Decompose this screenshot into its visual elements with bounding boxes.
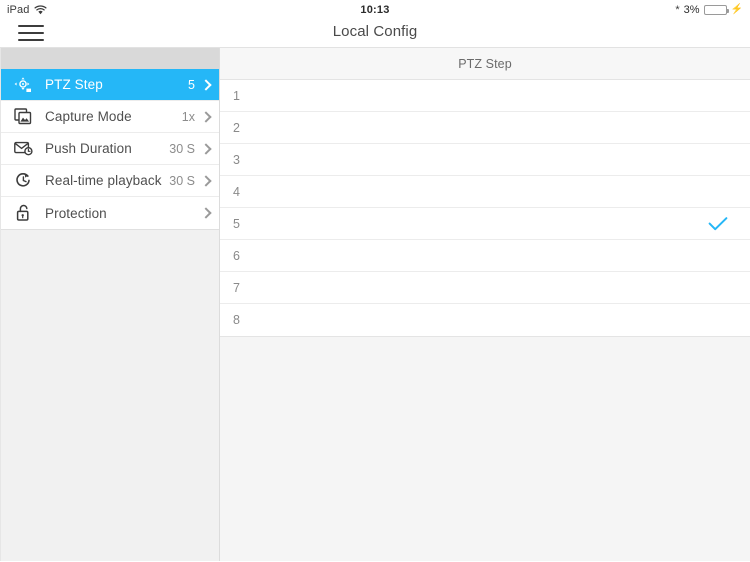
option-label: 4 — [233, 184, 240, 199]
sidebar: PTZ Step 5 Capture Mode 1x Push Duration… — [0, 48, 220, 561]
unlock-padlock-icon — [10, 202, 36, 224]
chevron-right-icon — [202, 174, 211, 188]
sidebar-item-label: Push Duration — [45, 141, 132, 156]
checkmark-placeholder — [708, 118, 728, 138]
sidebar-item-push-duration[interactable]: Push Duration 30 S — [1, 133, 219, 165]
checkmark-icon — [708, 214, 728, 234]
chevron-right-icon — [202, 78, 211, 92]
bluetooth-icon: * — [675, 3, 680, 16]
sidebar-item-protection[interactable]: Protection — [1, 197, 219, 229]
panel-empty-area — [220, 337, 750, 561]
option-label: 1 — [233, 88, 240, 103]
replay-clock-icon — [10, 170, 36, 192]
option-label: 8 — [233, 313, 240, 327]
battery-icon — [703, 5, 729, 15]
sidebar-item-ptz-step[interactable]: PTZ Step 5 — [1, 69, 219, 101]
option-row[interactable]: 7 — [220, 272, 750, 304]
capture-photos-icon — [10, 106, 36, 128]
option-label: 5 — [233, 216, 240, 231]
battery-percent-label: 3% — [683, 4, 700, 16]
checkmark-placeholder — [708, 86, 728, 106]
option-label: 6 — [233, 248, 240, 263]
charging-bolt-icon: ⚡ — [730, 4, 743, 15]
page-title: Local Config — [332, 23, 418, 40]
chevron-right-icon — [202, 206, 211, 220]
option-row[interactable]: 4 — [220, 176, 750, 208]
panel-header-title: PTZ Step — [458, 56, 512, 71]
ptz-step-option-list: 1 2 3 4 5 6 7 8 — [220, 80, 750, 337]
option-label: 7 — [233, 280, 240, 295]
checkmark-placeholder — [708, 246, 728, 266]
checkmark-placeholder — [708, 310, 728, 330]
sidebar-item-value: 30 S — [169, 141, 195, 156]
option-label: 3 — [233, 152, 240, 167]
checkmark-placeholder — [708, 150, 728, 170]
status-bar: iPad 10:13 * 3% ⚡ — [0, 0, 750, 20]
sidebar-item-label: Protection — [45, 205, 107, 221]
option-row[interactable]: 8 — [220, 304, 750, 336]
option-row[interactable]: 3 — [220, 144, 750, 176]
checkmark-placeholder — [708, 278, 728, 298]
sidebar-empty-area — [1, 230, 219, 561]
sidebar-item-value: 30 S — [169, 173, 195, 188]
checkmark-placeholder — [708, 182, 728, 202]
sidebar-item-label: PTZ Step — [45, 77, 103, 92]
option-row[interactable]: 5 — [220, 208, 750, 240]
option-label: 2 — [233, 120, 240, 135]
option-row[interactable]: 2 — [220, 112, 750, 144]
sidebar-item-capture-mode[interactable]: Capture Mode 1x — [1, 101, 219, 133]
ptz-joystick-icon — [10, 74, 36, 96]
sidebar-item-label: Real-time playback — [45, 173, 162, 188]
panel-header: PTZ Step — [220, 48, 750, 80]
status-bar-right: * 3% ⚡ — [675, 4, 743, 16]
sidebar-item-label: Capture Mode — [45, 109, 132, 124]
option-row[interactable]: 1 — [220, 80, 750, 112]
status-bar-clock: 10:13 — [360, 4, 390, 16]
sidebar-item-realtime-playback[interactable]: Real-time playback 30 S — [1, 165, 219, 197]
nav-bar: Local Config — [0, 20, 750, 48]
chevron-right-icon — [202, 142, 211, 156]
chevron-right-icon — [202, 110, 211, 124]
detail-panel: PTZ Step 1 2 3 4 5 6 7 8 — [220, 48, 750, 561]
option-row[interactable]: 6 — [220, 240, 750, 272]
sidebar-menu-list: PTZ Step 5 Capture Mode 1x Push Duration… — [1, 69, 219, 230]
content-area: PTZ Step 5 Capture Mode 1x Push Duration… — [0, 48, 750, 561]
mail-clock-icon — [10, 138, 36, 160]
sidebar-header-strip — [1, 48, 219, 69]
